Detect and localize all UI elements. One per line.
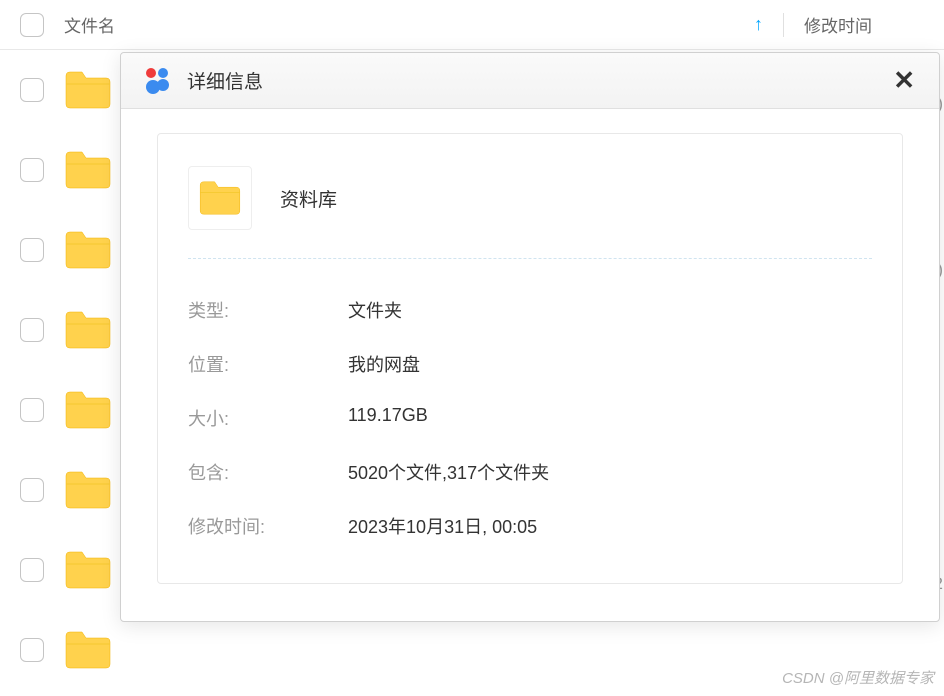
folder-icon <box>64 70 112 110</box>
folder-name: 资料库 <box>280 185 337 212</box>
row-checkbox[interactable] <box>20 238 44 262</box>
filename-column-header[interactable]: 文件名 <box>64 12 754 37</box>
prop-contains: 包含: 5020个文件,317个文件夹 <box>188 445 872 499</box>
sort-arrow-up-icon[interactable]: ↑ <box>754 14 763 35</box>
row-checkbox[interactable] <box>20 318 44 342</box>
prop-value: 5020个文件,317个文件夹 <box>348 459 549 485</box>
prop-label: 位置: <box>188 351 348 377</box>
close-icon[interactable]: ✕ <box>889 65 919 96</box>
folder-thumbnail-icon <box>188 166 252 230</box>
row-checkbox[interactable] <box>20 78 44 102</box>
prop-label: 类型: <box>188 297 348 323</box>
dialog-body: 资料库 类型: 文件夹 位置: 我的网盘 大小: 119.17GB 包含: 50… <box>121 109 939 608</box>
prop-value: 119.17GB <box>348 405 428 431</box>
header-divider <box>783 13 784 37</box>
prop-value: 我的网盘 <box>348 351 420 377</box>
prop-modtime: 修改时间: 2023年10月31日, 00:05 <box>188 499 872 553</box>
row-checkbox[interactable] <box>20 478 44 502</box>
dialog-header: 详细信息 ✕ <box>121 53 939 109</box>
folder-icon <box>64 310 112 350</box>
file-list-header: 文件名 ↑ 修改时间 <box>0 0 944 50</box>
folder-icon <box>64 230 112 270</box>
info-folder-row: 资料库 <box>188 154 872 259</box>
folder-icon <box>64 150 112 190</box>
baidu-netdisk-logo-icon <box>141 65 173 97</box>
folder-icon <box>64 550 112 590</box>
prop-label: 大小: <box>188 405 348 431</box>
info-card: 资料库 类型: 文件夹 位置: 我的网盘 大小: 119.17GB 包含: 50… <box>157 133 903 584</box>
row-checkbox[interactable] <box>20 158 44 182</box>
folder-icon <box>64 390 112 430</box>
prop-label: 包含: <box>188 459 348 485</box>
prop-value: 文件夹 <box>348 297 402 323</box>
folder-icon <box>64 470 112 510</box>
dialog-title: 详细信息 <box>187 67 889 94</box>
prop-value: 2023年10月31日, 00:05 <box>348 513 537 539</box>
row-checkbox[interactable] <box>20 398 44 422</box>
select-all-checkbox[interactable] <box>20 13 44 37</box>
folder-icon <box>64 630 112 670</box>
watermark: CSDN @阿里数据专家 <box>782 667 934 688</box>
details-dialog: 详细信息 ✕ 资料库 类型: 文件夹 位置: 我的网盘 大小: <box>120 52 940 622</box>
prop-label: 修改时间: <box>188 513 348 539</box>
modtime-column-header[interactable]: 修改时间 <box>804 12 924 37</box>
row-checkbox[interactable] <box>20 558 44 582</box>
info-properties: 类型: 文件夹 位置: 我的网盘 大小: 119.17GB 包含: 5020个文… <box>188 259 872 553</box>
prop-location: 位置: 我的网盘 <box>188 337 872 391</box>
prop-size: 大小: 119.17GB <box>188 391 872 445</box>
prop-type: 类型: 文件夹 <box>188 283 872 337</box>
row-checkbox[interactable] <box>20 638 44 662</box>
